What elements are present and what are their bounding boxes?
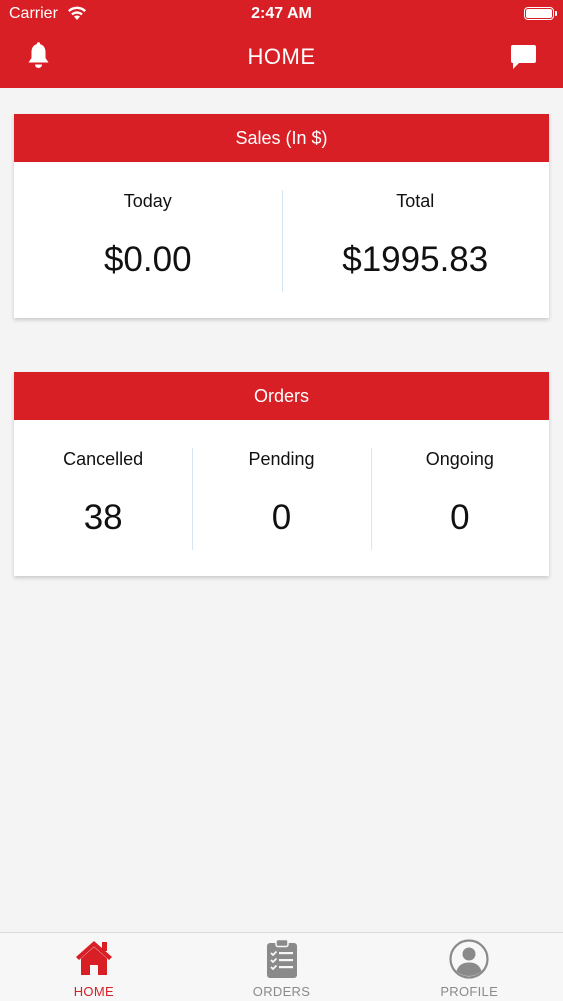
sales-card-title: Sales (In $) [14,114,549,162]
tab-orders[interactable]: ORDERS [188,933,376,1001]
sales-total-label: Total [396,191,435,211]
sales-today-label: Today [123,191,172,211]
orders-ongoing-value: 0 [450,498,470,537]
orders-cancelled-value: 38 [83,498,123,537]
home-icon [74,939,114,982]
tab-home[interactable]: HOME [0,933,188,1001]
page-title: HOME [247,44,316,69]
sales-total-value: $1995.83 [342,240,489,279]
app-header: Carrier 2:47 AM HOME [0,0,563,88]
orders-ongoing-label: Ongoing [425,449,494,469]
orders-pending-value: 0 [271,498,292,537]
orders-pending-label: Pending [248,449,315,469]
tab-orders-label: ORDERS [252,984,311,999]
tab-profile[interactable]: PROFILE [375,933,563,1001]
orders-cancelled[interactable]: Cancelled 38 [14,420,192,538]
orders-card: Orders Cancelled 38 Pending 0 Ongoing 0 [14,372,549,576]
sales-today: Today $0.00 [14,162,282,280]
orders-ongoing[interactable]: Ongoing 0 [370,420,549,550]
orders-cancelled-label: Cancelled [63,449,144,469]
sales-total: Total $1995.83 [281,162,550,292]
orders-card-title: Orders [14,372,549,420]
tab-profile-label: PROFILE [440,984,499,999]
user-circle-icon [449,939,489,984]
tab-home-label: HOME [73,984,114,999]
tab-bar: HOME ORDERS PROFILE [0,932,563,1001]
status-time: 2:47 AM [251,5,312,22]
chat-icon[interactable] [510,44,537,75]
status-bar: Carrier 2:47 AM [0,0,563,30]
sales-card: Sales (In $) Today $0.00 Total $1995.83 [14,114,549,318]
orders-pending[interactable]: Pending 0 [192,420,370,550]
sales-today-value: $0.00 [103,240,192,279]
clipboard-list-icon [266,938,298,984]
battery-icon [524,7,557,20]
